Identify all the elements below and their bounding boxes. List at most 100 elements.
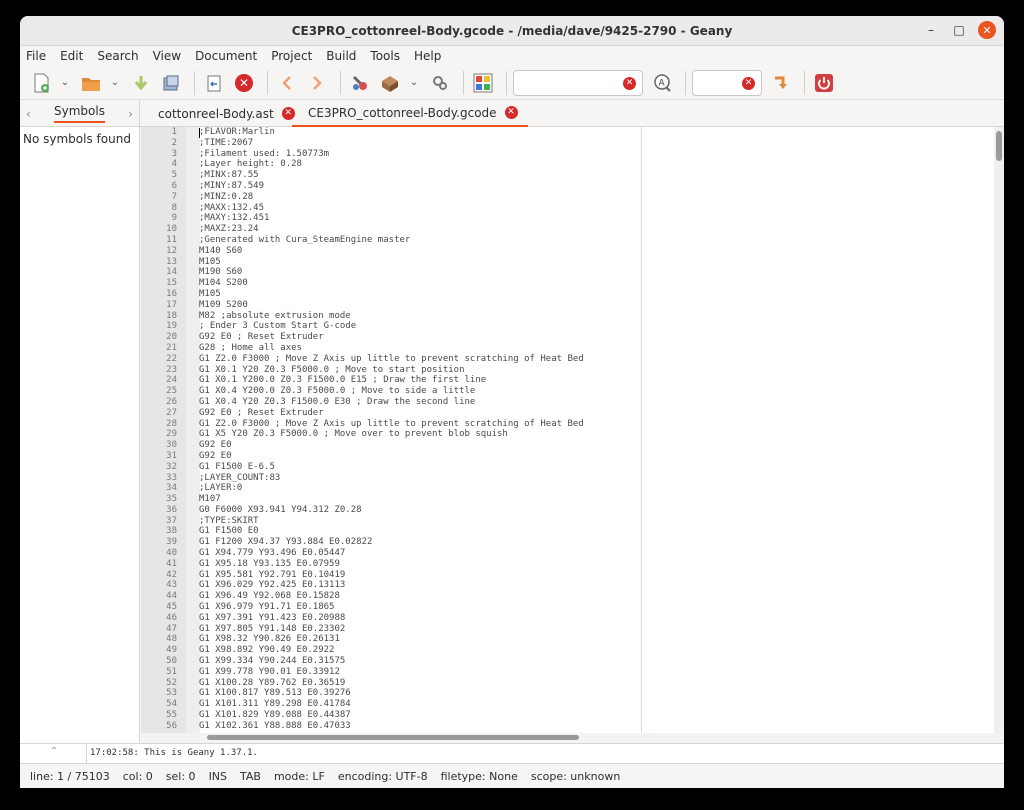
- code-line[interactable]: 21 G28 ; Home all axes: [141, 343, 981, 354]
- goto-line-button[interactable]: [768, 70, 794, 96]
- code-line[interactable]: 49 G1 X98.892 Y90.49 E0.2922: [141, 645, 981, 656]
- code-line[interactable]: 47 G1 X97.805 Y91.148 E0.23302: [141, 624, 981, 635]
- open-file-dropdown[interactable]: ⌄: [108, 70, 122, 96]
- close-file-button[interactable]: ✕: [231, 70, 257, 96]
- code-line[interactable]: 2 ;TIME:2067: [141, 138, 981, 149]
- new-file-button[interactable]: [28, 70, 54, 96]
- horizontal-scrollbar[interactable]: [141, 733, 1004, 743]
- doc-tab-ast[interactable]: cottonreel-Body.ast ✕: [142, 100, 305, 127]
- menu-tools[interactable]: Tools: [370, 49, 400, 63]
- chevron-left-icon[interactable]: ‹: [26, 107, 31, 121]
- goto-line-input[interactable]: ✕: [692, 69, 762, 96]
- tab-symbols[interactable]: Symbols: [54, 104, 105, 123]
- menu-help[interactable]: Help: [414, 49, 441, 63]
- chevron-up-icon[interactable]: ⌃: [50, 746, 58, 757]
- code-line[interactable]: 36 G0 F6000 X93.941 Y94.312 Z0.28: [141, 505, 981, 516]
- code-line[interactable]: 48 G1 X98.32 Y90.826 E0.26131: [141, 634, 981, 645]
- code-line[interactable]: 9 ;MAXY:132.451: [141, 213, 981, 224]
- code-line[interactable]: 26 G1 X0.4 Y20 Z0.3 F1500.0 E30 ; Draw th…: [141, 397, 981, 408]
- code-line[interactable]: 6 ;MINY:87.549: [141, 181, 981, 192]
- build-dropdown[interactable]: ⌄: [407, 70, 421, 96]
- navigate-back-button[interactable]: [274, 70, 300, 96]
- scrollbar-thumb[interactable]: [207, 735, 579, 740]
- clear-goto-icon[interactable]: ✕: [742, 76, 755, 90]
- code-line[interactable]: 8 ;MAXX:132.45: [141, 203, 981, 214]
- code-line[interactable]: 43 G1 X96.029 Y92.425 E0.13113: [141, 580, 981, 591]
- code-line[interactable]: 42 G1 X95.581 Y92.791 E0.10419: [141, 570, 981, 581]
- code-line[interactable]: 12 M140 S60: [141, 246, 981, 257]
- code-line[interactable]: 33 ;LAYER_COUNT:83: [141, 473, 981, 484]
- code-line[interactable]: 23 G1 X0.1 Y20 Z0.3 F5000.0 ; Move to sta…: [141, 365, 981, 376]
- menu-search[interactable]: Search: [97, 49, 138, 63]
- code-line[interactable]: 14 M190 S60: [141, 267, 981, 278]
- code-line[interactable]: 20 G92 E0 ; Reset Extruder: [141, 332, 981, 343]
- title-bar[interactable]: CE3PRO_cottonreel-Body.gcode - /media/da…: [20, 16, 1004, 46]
- compile-button[interactable]: [347, 70, 373, 96]
- execute-button[interactable]: [427, 70, 453, 96]
- code-line[interactable]: 30 G92 E0: [141, 440, 981, 451]
- code-line[interactable]: 5 ;MINX:87.55: [141, 170, 981, 181]
- vertical-scrollbar[interactable]: [994, 127, 1004, 743]
- save-all-button[interactable]: [158, 70, 184, 96]
- build-button[interactable]: [377, 70, 403, 96]
- code-line[interactable]: 31 G92 E0: [141, 451, 981, 462]
- code-line[interactable]: 7 ;MINZ:0.28: [141, 192, 981, 203]
- code-line[interactable]: 11 ;Generated with Cura_SteamEngine maste…: [141, 235, 981, 246]
- code-line[interactable]: 50 G1 X99.334 Y90.244 E0.31575: [141, 656, 981, 667]
- close-tab-icon[interactable]: ✕: [504, 106, 518, 119]
- code-line[interactable]: 19 ; Ender 3 Custom Start G-code: [141, 321, 981, 332]
- code-line[interactable]: 4 ;Layer height: 0.28: [141, 159, 981, 170]
- code-line[interactable]: 35 M107: [141, 494, 981, 505]
- code-line[interactable]: 45 G1 X96.979 Y91.71 E0.1865: [141, 602, 981, 613]
- code-line[interactable]: 53 G1 X100.817 Y89.513 E0.39276: [141, 688, 981, 699]
- doc-tab-gcode[interactable]: CE3PRO_cottonreel-Body.gcode ✕: [292, 100, 528, 127]
- code-line[interactable]: 10 ;MAXZ:23.24: [141, 224, 981, 235]
- code-line[interactable]: 38 G1 F1500 E0: [141, 526, 981, 537]
- close-window-button[interactable]: ✕: [978, 21, 996, 39]
- revert-button[interactable]: [201, 70, 227, 96]
- code-line[interactable]: 34 ;LAYER:0: [141, 483, 981, 494]
- save-button[interactable]: [128, 70, 154, 96]
- menu-file[interactable]: File: [26, 49, 46, 63]
- code-editor[interactable]: 1 ;FLAVOR:Marlin 2 ;TIME:2067 3 ;Filament use…: [141, 127, 1004, 743]
- code-line[interactable]: 24 G1 X0.1 Y200.0 Z0.3 F1500.0 E15 ; Draw…: [141, 375, 981, 386]
- quit-button[interactable]: [811, 70, 837, 96]
- code-line[interactable]: 29 G1 X5 Y20 Z0.3 F5000.0 ; Move over to …: [141, 429, 981, 440]
- code-line[interactable]: 39 G1 F1200 X94.37 Y93.884 E0.02822: [141, 537, 981, 548]
- code-line[interactable]: 3 ;Filament used: 1.50773m: [141, 149, 981, 160]
- color-chooser-button[interactable]: [470, 70, 496, 96]
- code-line[interactable]: 27 G92 E0 ; Reset Extruder: [141, 408, 981, 419]
- chevron-right-icon[interactable]: ›: [128, 107, 133, 121]
- scrollbar-thumb[interactable]: [996, 131, 1002, 161]
- menu-document[interactable]: Document: [195, 49, 257, 63]
- code-line[interactable]: 18 M82 ;absolute extrusion mode: [141, 311, 981, 322]
- code-line[interactable]: 54 G1 X101.311 Y89.298 E0.41784: [141, 699, 981, 710]
- maximize-button[interactable]: □: [950, 21, 968, 39]
- menu-build[interactable]: Build: [326, 49, 356, 63]
- menu-project[interactable]: Project: [271, 49, 312, 63]
- search-input[interactable]: ✕: [513, 69, 643, 96]
- code-line[interactable]: 56 G1 X102.361 Y88.888 E0.47033: [141, 721, 981, 732]
- navigate-forward-button[interactable]: [304, 70, 330, 96]
- code-line[interactable]: 13 M105: [141, 257, 981, 268]
- code-line[interactable]: 15 M104 S200: [141, 278, 981, 289]
- code-line[interactable]: 52 G1 X100.28 Y89.762 E0.36519: [141, 678, 981, 689]
- code-line[interactable]: 46 G1 X97.391 Y91.423 E0.20988: [141, 613, 981, 624]
- code-line[interactable]: 25 G1 X0.4 Y200.0 Z0.3 F5000.0 ; Move to …: [141, 386, 981, 397]
- menu-view[interactable]: View: [153, 49, 181, 63]
- code-line[interactable]: 51 G1 X99.778 Y90.01 E0.33912: [141, 667, 981, 678]
- code-line[interactable]: 40 G1 X94.779 Y93.496 E0.05447: [141, 548, 981, 559]
- code-line[interactable]: 41 G1 X95.18 Y93.135 E0.07959: [141, 559, 981, 570]
- find-button[interactable]: A: [649, 70, 675, 96]
- open-file-button[interactable]: [78, 70, 104, 96]
- code-line[interactable]: 44 G1 X96.49 Y92.068 E0.15828: [141, 591, 981, 602]
- code-line[interactable]: 16 M105: [141, 289, 981, 300]
- new-file-dropdown[interactable]: ⌄: [58, 70, 72, 96]
- code-line[interactable]: 37 ;TYPE:SKIRT: [141, 516, 981, 527]
- menu-edit[interactable]: Edit: [60, 49, 83, 63]
- code-line[interactable]: 22 G1 Z2.0 F3000 ; Move Z Axis up little …: [141, 354, 981, 365]
- code-line[interactable]: 1 ;FLAVOR:Marlin: [141, 127, 981, 138]
- minimize-button[interactable]: –: [922, 21, 940, 39]
- code-line[interactable]: 55 G1 X101.829 Y89.088 E0.44387: [141, 710, 981, 721]
- code-line[interactable]: 28 G1 Z2.0 F3000 ; Move Z Axis up little …: [141, 419, 981, 430]
